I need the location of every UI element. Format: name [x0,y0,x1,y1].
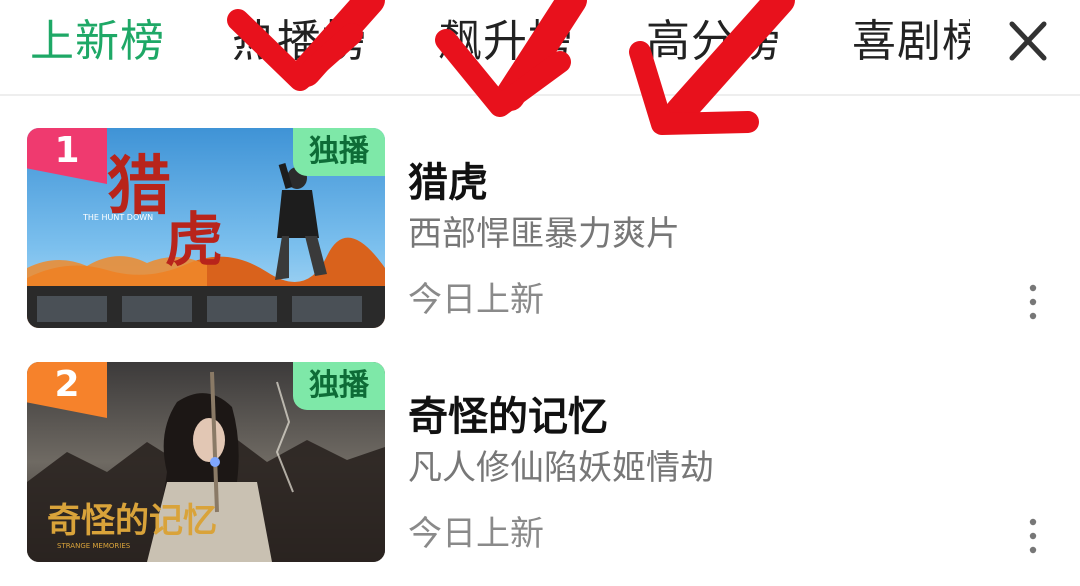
poster-image-1[interactable]: 猎 虎 THE HUNT DOWN 1 独播 [27,128,385,328]
list-item[interactable]: 奇怪的记忆 STRANGE MEMORIES 2 独播 奇怪的记忆 凡人修仙陷妖… [0,362,1080,572]
tab-comedy[interactable]: 喜剧榜 [852,12,970,72]
ranking-tab-bar: 上新榜 热播榜 飙升榜 高分榜 喜剧榜 [0,0,1080,96]
list-item[interactable]: 猎 虎 THE HUNT DOWN 1 独播 猎虎 西部悍匪暴力爽片 今日上新 [0,128,1080,338]
ranking-screen: 上新榜 热播榜 飙升榜 高分榜 喜剧榜 猎 虎 THE HUNT DOWN 1 … [0,0,1080,586]
tab-comedy-wrapper: 喜剧榜 [852,12,970,72]
svg-text:STRANGE MEMORIES: STRANGE MEMORIES [57,542,131,550]
more-options-icon[interactable] [1018,514,1048,558]
tab-hot[interactable]: 热播榜 [232,12,367,72]
exclusive-badge: 独播 [293,128,385,176]
tab-top-rated[interactable]: 高分榜 [646,12,781,72]
svg-text:奇怪的记忆: 奇怪的记忆 [47,501,217,541]
more-options-icon[interactable] [1018,280,1048,324]
tab-new-releases[interactable]: 上新榜 [30,12,165,72]
exclusive-badge: 独播 [293,362,385,410]
poster-image-2[interactable]: 奇怪的记忆 STRANGE MEMORIES 2 独播 [27,362,385,562]
item-title[interactable]: 猎虎 [408,150,488,208]
item-subtitle: 西部悍匪暴力爽片 [408,214,680,254]
close-icon[interactable] [998,18,1058,66]
item-subtitle: 凡人修仙陷妖姬情劫 [408,448,714,488]
svg-text:THE HUNT DOWN: THE HUNT DOWN [82,213,153,222]
svg-text:虎: 虎 [165,206,223,274]
item-title[interactable]: 奇怪的记忆 [408,384,608,442]
item-status: 今日上新 [408,514,544,554]
tab-rising[interactable]: 飙升榜 [438,12,573,72]
item-status: 今日上新 [408,280,544,320]
